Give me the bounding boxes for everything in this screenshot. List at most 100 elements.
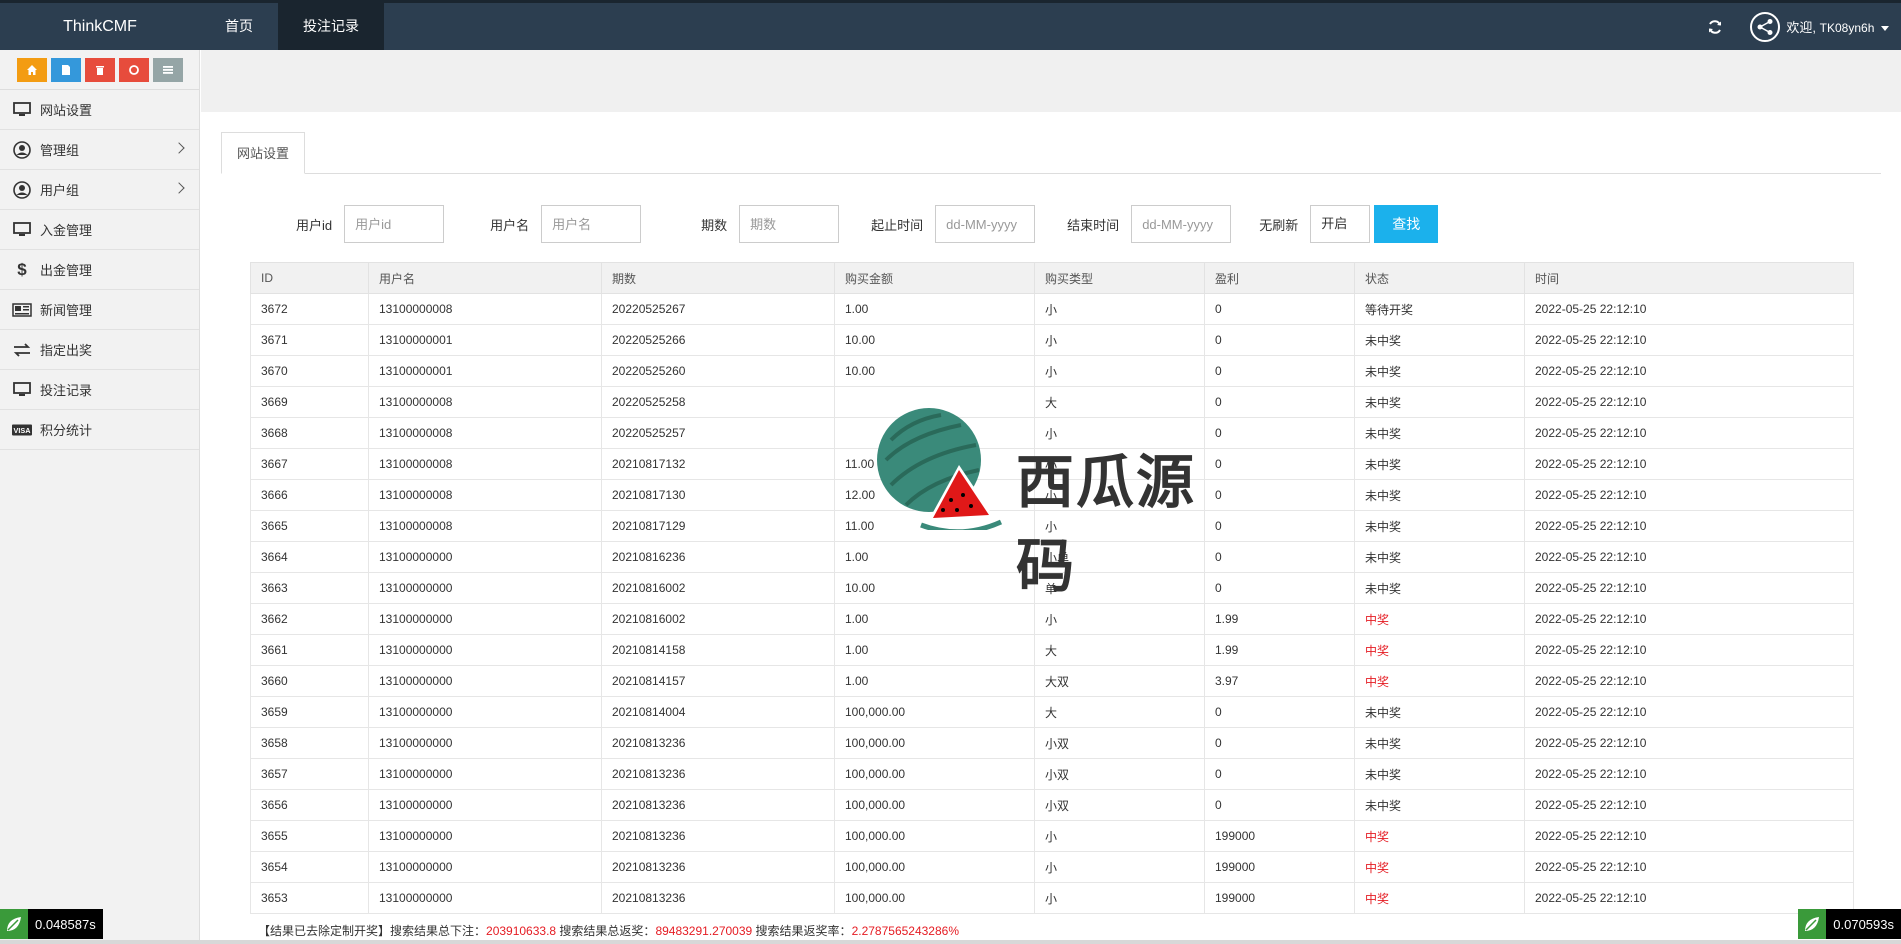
- refresh-icon[interactable]: [1706, 18, 1724, 36]
- recycle-shortcut-button[interactable]: [118, 57, 149, 82]
- start-time-input[interactable]: [935, 205, 1036, 243]
- cell-username: 13100000000: [368, 541, 602, 573]
- user-id-input[interactable]: [344, 205, 445, 243]
- top-nav: 首页 投注记录: [200, 3, 384, 50]
- sidebar-item-points-stats[interactable]: VISA 积分统计: [0, 410, 199, 450]
- brand-logo[interactable]: ThinkCMF: [0, 3, 200, 50]
- cell-time: 2022-05-25 22:12:10: [1524, 758, 1854, 790]
- cell-amount: 1.00: [834, 634, 1035, 666]
- sidebar-item-bet-records[interactable]: 投注记录: [0, 370, 199, 410]
- home-shortcut-button[interactable]: [16, 57, 47, 82]
- sidebar-item-site-settings[interactable]: 网站设置: [0, 90, 199, 130]
- exchange-icon: [12, 341, 32, 359]
- sidebar-item-deposit[interactable]: 入金管理: [0, 210, 199, 250]
- recycle-icon: [128, 64, 139, 75]
- sidebar-item-admin-group[interactable]: 管理组: [0, 130, 199, 170]
- cell-bet-type: 小: [1034, 355, 1205, 387]
- cell-username: 13100000008: [368, 479, 602, 511]
- cell-profit: 199000: [1204, 882, 1355, 914]
- user-area: 欢迎, TK08yn6h: [1706, 3, 1889, 50]
- table-row: 3661 13100000000 20210814158 1.00 大 1.99 中奖 202…: [250, 634, 1854, 666]
- table-row: 3653 13100000000 20210813236 100,000.00 小 199…: [250, 882, 1854, 914]
- visa-icon: VISA: [12, 421, 32, 439]
- cell-status: 未中奖: [1354, 479, 1525, 511]
- cell-period: 20220525266: [601, 324, 835, 356]
- table-row: 3669 13100000008 20220525258 大 0 未中奖 2022-05-2…: [250, 386, 1854, 418]
- cell-status: 未中奖: [1354, 386, 1525, 418]
- cell-amount: 11.00: [834, 448, 1035, 480]
- cell-amount: 100,000.00: [834, 727, 1035, 759]
- sidebar-item-assign-prize[interactable]: 指定出奖: [0, 330, 199, 370]
- cell-status: 未中奖: [1354, 789, 1525, 821]
- summary-prefix: 【结果已去除定制开奖】搜索结果总下注：: [258, 924, 487, 938]
- trash-shortcut-button[interactable]: [84, 57, 115, 82]
- cell-profit: 0: [1204, 696, 1355, 728]
- cell-time: 2022-05-25 22:12:10: [1524, 789, 1854, 821]
- nav-bet-records[interactable]: 投注记录: [278, 3, 384, 50]
- cell-id: 3657: [250, 758, 369, 790]
- cell-amount: 10.00: [834, 572, 1035, 604]
- cell-status: 未中奖: [1354, 572, 1525, 604]
- svg-text:VISA: VISA: [14, 426, 32, 435]
- cell-profit: 0: [1204, 727, 1355, 759]
- debug-timer-right[interactable]: 0.070593s: [1798, 909, 1901, 939]
- username-label: 用户名: [490, 217, 530, 233]
- sidebar-item-user-group[interactable]: 用户组: [0, 170, 199, 210]
- no-refresh-select[interactable]: 开启: [1310, 205, 1371, 243]
- welcome-text: 欢迎,: [1786, 20, 1817, 35]
- cell-id: 3659: [250, 696, 369, 728]
- cell-id: 3653: [250, 882, 369, 914]
- cell-status: 中奖: [1354, 603, 1525, 635]
- tab-site-settings[interactable]: 网站设置: [221, 132, 306, 174]
- cell-status: 未中奖: [1354, 541, 1525, 573]
- cell-profit: 0: [1204, 386, 1355, 418]
- cell-id: 3662: [250, 603, 369, 635]
- timer-value: 0.070593s: [1833, 916, 1894, 932]
- sidebar-item-withdraw[interactable]: $ 出金管理: [0, 250, 199, 290]
- cell-id: 3672: [250, 293, 369, 325]
- col-period: 期数: [601, 262, 835, 294]
- cell-time: 2022-05-25 22:12:10: [1524, 541, 1854, 573]
- table-row: 3666 13100000008 20210817130 12.00 小 0 未中奖 2022…: [250, 479, 1854, 511]
- cell-period: 20210814158: [601, 634, 835, 666]
- debug-timer-left[interactable]: 0.048587s: [0, 909, 103, 939]
- cell-id: 3663: [250, 572, 369, 604]
- list-shortcut-button[interactable]: [152, 57, 183, 82]
- cell-profit: 0: [1204, 448, 1355, 480]
- table-row: 3658 13100000000 20210813236 100,000.00 小双 0 未…: [250, 727, 1854, 759]
- nav-home[interactable]: 首页: [200, 3, 278, 50]
- cell-time: 2022-05-25 22:12:10: [1524, 851, 1854, 883]
- cell-status: 中奖: [1354, 882, 1525, 914]
- sidebar: 网站设置 管理组 用户组 入金管理 $ 出金管理 新闻管理 指定出奖 投注记录 …: [0, 50, 200, 944]
- user-menu[interactable]: 欢迎, TK08yn6h: [1786, 17, 1889, 36]
- cell-profit: 0: [1204, 572, 1355, 604]
- sidebar-item-news[interactable]: 新闻管理: [0, 290, 199, 330]
- cell-amount: 1.00: [834, 541, 1035, 573]
- cell-period: 20210813236: [601, 727, 835, 759]
- cell-username: 13100000000: [368, 572, 602, 604]
- col-time: 时间: [1524, 262, 1854, 294]
- cell-time: 2022-05-25 22:12:10: [1524, 324, 1854, 356]
- sidebar-item-label: 积分统计: [40, 423, 93, 438]
- cell-bet-type: 小: [1034, 882, 1205, 914]
- dollar-icon: $: [17, 259, 27, 279]
- username-input[interactable]: [541, 205, 642, 243]
- cell-profit: 1.99: [1204, 603, 1355, 635]
- cell-profit: 0: [1204, 541, 1355, 573]
- document-shortcut-button[interactable]: [50, 57, 81, 82]
- cell-period: 20210813236: [601, 789, 835, 821]
- cell-period: 20210814004: [601, 696, 835, 728]
- table-row: 3663 13100000000 20210816002 10.00 单 0 未中奖 2022…: [250, 572, 1854, 604]
- table-row: 3671 13100000001 20220525266 10.00 小 0 未中奖 2022…: [250, 324, 1854, 356]
- search-button[interactable]: 查找: [1374, 205, 1439, 243]
- end-time-input[interactable]: [1131, 205, 1232, 243]
- cell-amount: 10.00: [834, 324, 1035, 356]
- table-row: 3657 13100000000 20210813236 100,000.00 小双 0 未…: [250, 758, 1854, 790]
- avatar[interactable]: [1750, 11, 1781, 42]
- table-row: 3655 13100000000 20210813236 100,000.00 小 199…: [250, 820, 1854, 852]
- table-row: 3667 13100000008 20210817132 11.00 小 0 未中奖 2022…: [250, 448, 1854, 480]
- summary-mid2: 搜索结果返奖率：: [752, 924, 852, 938]
- horizontal-scrollbar[interactable]: [0, 940, 1901, 944]
- period-input[interactable]: [739, 205, 840, 243]
- cell-period: 20220525258: [601, 386, 835, 418]
